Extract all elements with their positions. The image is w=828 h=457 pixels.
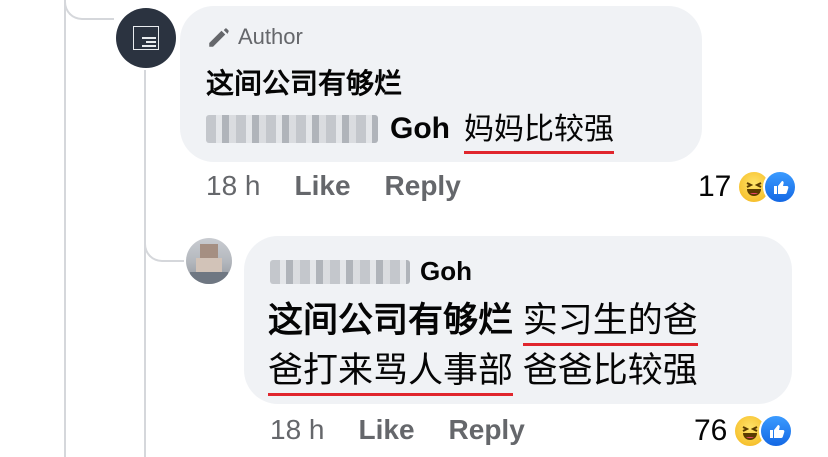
underlined-text: 妈妈比较强 (464, 104, 614, 154)
comment-reply-line: Goh 妈妈比较强 (206, 104, 614, 154)
author-badge-label: Author (238, 24, 303, 49)
user-avatar[interactable] (186, 238, 232, 284)
pencil-icon (209, 28, 229, 47)
like-button[interactable]: Like (359, 414, 415, 446)
page-avatar[interactable] (116, 8, 176, 68)
blurred-name (270, 259, 410, 284)
mention-surname[interactable]: Goh (390, 112, 450, 146)
reply-actions: 18 h Like Reply (270, 414, 559, 446)
reaction-summary[interactable]: 17 (698, 170, 798, 204)
page-logo (133, 26, 159, 50)
reply-tail-text: 爸爸比较强 (522, 351, 698, 390)
quoted-text: 这间公司有够烂 (268, 301, 514, 340)
reaction-count: 17 (698, 170, 732, 203)
author-surname[interactable]: Goh (420, 256, 472, 287)
thread-line-inner (144, 70, 146, 457)
like-icon (763, 170, 798, 204)
timestamp[interactable]: 18 h (206, 170, 261, 202)
reply-button[interactable]: Reply (385, 170, 461, 202)
comment-actions: 18 h Like Reply (206, 170, 495, 202)
reply-button[interactable]: Reply (449, 414, 525, 446)
underlined-text: 实习生的爸 (522, 301, 698, 346)
underlined-text: 爸打来骂人事部 (268, 351, 514, 396)
timestamp[interactable]: 18 h (270, 414, 325, 446)
thread-line-reply-curve (144, 224, 184, 262)
reply-text: 这间公司有够烂 实习生的爸 爸打来骂人事部 爸爸比较强 (268, 296, 773, 396)
reaction-count: 76 (694, 414, 728, 447)
author-badge: Author (206, 22, 303, 52)
like-icon (759, 414, 794, 448)
reaction-summary[interactable]: 76 (694, 414, 794, 448)
comment-text-line: 这间公司有够烂 (206, 68, 403, 99)
reply-author: Goh (270, 256, 472, 287)
blurred-name (206, 115, 378, 143)
like-button[interactable]: Like (295, 170, 351, 202)
thread-line-curve (64, 0, 114, 20)
thread-line-outer (64, 0, 66, 457)
